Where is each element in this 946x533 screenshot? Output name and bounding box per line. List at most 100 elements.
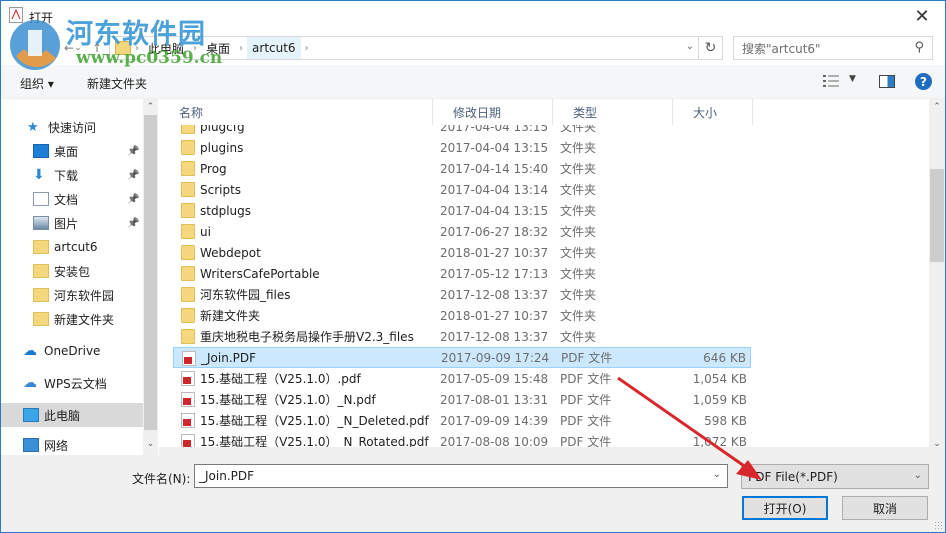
scroll-down-icon[interactable]: ⌄ [929,439,945,449]
pin-icon[interactable]: 📌 [127,194,139,205]
file-row[interactable]: 15.基础工程（V25.1.0）_N.pdf 2017-08-01 13:31 PD… [173,389,751,410]
file-row[interactable]: plugins 2017-04-04 13:15 文件夹 [173,137,751,158]
chevron-down-icon[interactable]: ⌄ [914,470,922,481]
file-name: Webdepot [200,245,261,260]
pin-icon[interactable]: 📌 [127,170,139,181]
file-row[interactable]: 新建文件夹 2018-01-27 10:37 文件夹 [173,305,751,326]
file-row[interactable]: Webdepot 2018-01-27 10:37 文件夹 [173,242,751,263]
sidebar-item-label: 下载 [54,168,79,183]
file-row[interactable]: 河东软件园_files 2017-12-08 13:37 文件夹 [173,284,751,305]
search-input[interactable]: 搜索"artcut6" ⚲ [733,36,933,60]
file-list-scrollbar[interactable]: ⌃ ⌄ [929,99,945,455]
breadcrumb-artcut6[interactable]: artcut6 [247,37,301,59]
resize-grip-icon[interactable] [934,521,942,529]
file-row[interactable]: _Join.PDF 2017-09-09 17:24 PDF 文件 646 KB [173,347,751,368]
view-options-icon[interactable] [823,74,839,88]
sidebar-item-label: 图片 [54,216,79,231]
refresh-icon: ↻ [704,40,717,56]
search-icon[interactable]: ⚲ [914,40,924,55]
sidebar-item-2[interactable]: ⬇ 下载 📌 [1,163,143,187]
preview-pane-icon[interactable] [879,75,895,88]
chevron-right-icon[interactable]: › [301,43,313,54]
sidebar-item-10[interactable]: ☁ WPS云文档 [1,371,143,395]
chevron-down-icon[interactable]: ⌄ [686,41,694,52]
file-type: 文件夹 [560,141,597,155]
up-button[interactable]: ↑ [87,37,107,59]
file-type-select[interactable]: PDF File(*.PDF) ⌄ [741,464,929,489]
sidebar-item-6[interactable]: 安装包 [1,259,143,283]
sidebar-item-4[interactable]: 图片 📌 [1,211,143,235]
address-bar[interactable]: › 此电脑 › 桌面 › artcut6 › ⌄ [109,36,699,60]
file-row[interactable]: 重庆地税电子税务局操作手册V2.3_files 2017-12-08 13:37 文… [173,326,751,347]
file-list: plugcfg 2017-04-04 13:15 文件夹 plugins 2017-04… [159,99,945,455]
folder-icon [181,140,195,155]
help-icon[interactable]: ? [915,73,932,90]
scroll-down-icon[interactable]: ⌄ [143,439,158,449]
chevron-right-icon[interactable]: › [235,43,247,54]
navigation-bar: ← ⌄ ↑ › 此电脑 › 桌面 › artcut6 › ⌄ ↻ 搜索"artc… [1,33,945,63]
column-size[interactable]: 大小 [673,99,753,125]
column-name[interactable]: 名称 [159,99,433,125]
file-row[interactable]: stdplugs 2017-04-04 13:15 文件夹 [173,200,751,221]
folder-icon [33,264,49,278]
scroll-up-icon[interactable]: ⌃ [929,102,945,112]
file-type: 文件夹 [560,267,597,281]
sidebar-item-0[interactable]: ★ 快速访问 [1,115,143,139]
sidebar-item-label: 河东软件园 [54,288,115,303]
chevron-right-icon[interactable]: › [131,43,143,54]
file-row[interactable]: ui 2017-06-27 18:32 文件夹 [173,221,751,242]
sidebar-item-5[interactable]: artcut6 [1,235,143,259]
close-button[interactable]: ✕ [899,1,945,31]
file-row[interactable]: 15.基础工程（V25.1.0）.pdf 2017-05-09 15:48 PDF … [173,368,751,389]
file-type: PDF 文件 [560,414,612,428]
nav-pane-scrollbar[interactable]: ⌃ ⌄ [143,99,158,455]
file-name: _Join.PDF [201,350,257,365]
chevron-right-icon[interactable]: › [189,43,201,54]
sidebar-item-12[interactable]: 网络 [1,433,143,455]
open-button[interactable]: 打开(O) [742,496,828,520]
file-name: WritersCafePortable [200,266,320,281]
recent-dropdown[interactable]: ⌄ [71,37,85,59]
breadcrumb-desktop[interactable]: 桌面 [201,37,235,59]
file-type: PDF 文件 [561,351,613,365]
pin-icon[interactable]: 📌 [127,218,139,229]
navigation-pane: ⌃ ⌄ ★ 快速访问 桌面 📌 ⬇ 下载 📌 文档 📌 图片 📌 artcut6 安装包 河东软件园 新建文… [1,99,158,455]
chevron-down-icon[interactable]: ⌄ [713,469,721,480]
file-size: 646 KB [703,350,746,365]
sidebar-item-8[interactable]: 新建文件夹 [1,307,143,331]
file-date: 2018-01-27 10:37 [440,308,549,323]
pin-icon[interactable]: 📌 [127,146,139,157]
column-date[interactable]: 修改日期 [433,99,553,125]
file-date: 2017-04-04 13:15 [440,203,549,218]
file-row[interactable]: Scripts 2017-04-04 13:14 文件夹 [173,179,751,200]
breadcrumb-this-pc[interactable]: 此电脑 [143,37,189,59]
file-date: 2017-12-08 13:37 [440,329,549,344]
sidebar-item-label: 文档 [54,192,79,207]
scroll-up-icon[interactable]: ⌃ [143,102,158,112]
new-folder-button[interactable]: 新建文件夹 [87,75,147,92]
view-dropdown-icon[interactable]: ▼ [849,74,856,84]
file-date: 2017-05-12 17:13 [440,266,549,281]
pdf-file-icon [181,413,195,428]
column-type[interactable]: 类型 [553,99,673,125]
refresh-button[interactable]: ↻ [699,36,723,60]
file-date: 2017-08-01 13:31 [440,392,549,407]
file-row[interactable]: WritersCafePortable 2017-05-12 17:13 文件夹 [173,263,751,284]
list-scroll-thumb[interactable] [930,169,944,262]
file-date: 2018-01-27 10:37 [440,245,549,260]
file-row[interactable]: Prog 2017-04-14 15:40 文件夹 [173,158,751,179]
sidebar-item-11[interactable]: 此电脑 [1,403,143,427]
sidebar-item-1[interactable]: 桌面 📌 [1,139,143,163]
sidebar-item-9[interactable]: ☁ OneDrive [1,339,143,363]
sidebar-item-7[interactable]: 河东软件园 [1,283,143,307]
file-row[interactable]: 15.基础工程（V25.1.0）_N_Deleted.pdf 2017-09-09… [173,410,751,431]
nav-scroll-thumb[interactable] [144,115,157,430]
dialog-footer: 文件名(N): _Join.PDF ⌄ PDF File(*.PDF) ⌄ 打开… [1,455,945,532]
cloud-outline-icon: ☁ [23,375,37,391]
pdf-file-icon [181,392,195,407]
filename-input[interactable]: _Join.PDF ⌄ [194,464,728,488]
sidebar-item-3[interactable]: 文档 📌 [1,187,143,211]
organize-menu[interactable]: 组织 ▾ [20,75,54,92]
file-date: 2017-04-14 15:40 [440,161,549,176]
cancel-button[interactable]: 取消 [842,496,928,520]
